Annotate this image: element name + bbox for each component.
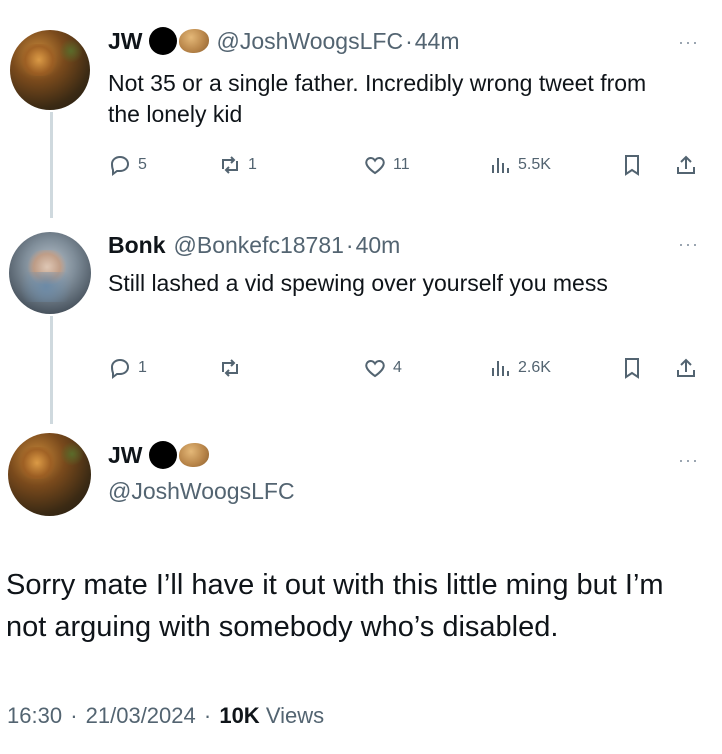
avatar[interactable]: [8, 433, 91, 516]
handle[interactable]: @Bonkefc18781: [174, 232, 344, 259]
views-count: 5.5K: [518, 156, 551, 173]
repost-button[interactable]: [218, 356, 248, 380]
avatar[interactable]: [9, 232, 91, 314]
display-name[interactable]: JW: [108, 28, 143, 55]
views-label: Views: [265, 703, 325, 728]
tweet-header: JW: [108, 441, 217, 469]
like-button[interactable]: 11: [363, 153, 410, 177]
black-circle-emoji: [148, 27, 177, 55]
reply-count: 1: [138, 359, 147, 376]
black-circle-emoji: [148, 441, 177, 469]
post-time[interactable]: 16:30: [7, 703, 62, 728]
separator-dot: ·: [203, 703, 212, 728]
like-count: 4: [393, 359, 402, 376]
tweet-header: Bonk @Bonkefc18781 · 40m: [108, 232, 400, 259]
separator-dot: ·: [405, 27, 413, 54]
timestamp[interactable]: 44m: [415, 28, 460, 55]
reply-button[interactable]: 1: [108, 356, 147, 380]
share-icon: [677, 155, 695, 174]
tweet-header: JW @JoshWoogsLFC · 44m: [108, 27, 459, 55]
reply-icon: [110, 155, 130, 176]
thread-line: [50, 112, 53, 218]
share-icon: [677, 358, 695, 377]
reply-icon: [110, 358, 130, 379]
display-name[interactable]: Bonk: [108, 232, 166, 259]
potato-emoji: [178, 443, 209, 467]
handle[interactable]: @JoshWoogsLFC: [108, 478, 295, 505]
timestamp[interactable]: 40m: [356, 232, 401, 259]
tweet-text: Not 35 or a single father. Incredibly wr…: [108, 70, 647, 127]
handle-row: @JoshWoogsLFC: [108, 478, 295, 505]
more-options-icon[interactable]: ···: [678, 450, 699, 471]
views-count: 10K: [219, 703, 260, 728]
bookmark-icon: [625, 358, 639, 379]
reply-count: 5: [138, 156, 147, 173]
views-button[interactable]: 2.6K: [488, 356, 551, 380]
share-button[interactable]: [674, 153, 704, 177]
tweet-text: Still lashed a vid spewing over yourself…: [108, 270, 608, 296]
tweet-text: Sorry mate I’ll have it out with this li…: [6, 569, 664, 643]
tweet-actions: 5 1 11 5.5K: [108, 153, 708, 185]
display-name[interactable]: JW: [108, 442, 143, 469]
like-icon: [365, 359, 385, 378]
bookmark-icon: [625, 155, 639, 176]
tweet-actions: 1 4 2.6K: [108, 356, 708, 388]
separator-dot: ·: [70, 703, 78, 728]
repost-button[interactable]: 1: [218, 153, 257, 177]
potato-emoji: [178, 29, 209, 53]
more-options-icon[interactable]: ···: [678, 32, 699, 53]
like-button[interactable]: 4: [363, 356, 402, 380]
repost-count: 1: [248, 156, 257, 173]
bookmark-button[interactable]: [620, 153, 650, 177]
handle[interactable]: @JoshWoogsLFC: [217, 28, 404, 55]
reply-button[interactable]: 5: [108, 153, 147, 177]
tweet-footer: 16:30 · 21/03/2024 · 10K Views: [7, 703, 324, 729]
repost-icon: [222, 156, 238, 174]
views-icon: [492, 361, 509, 376]
post-date[interactable]: 21/03/2024: [86, 703, 196, 728]
views-icon: [492, 158, 509, 173]
views-button[interactable]: 5.5K: [488, 153, 551, 177]
share-button[interactable]: [674, 356, 704, 380]
separator-dot: ·: [345, 232, 354, 258]
like-icon: [365, 156, 385, 175]
repost-icon: [222, 359, 238, 377]
more-options-icon[interactable]: ···: [678, 234, 699, 255]
like-count: 11: [393, 156, 410, 173]
views-count: 2.6K: [518, 359, 551, 376]
bookmark-button[interactable]: [620, 356, 650, 380]
avatar[interactable]: [10, 30, 90, 110]
thread-line: [50, 316, 53, 424]
